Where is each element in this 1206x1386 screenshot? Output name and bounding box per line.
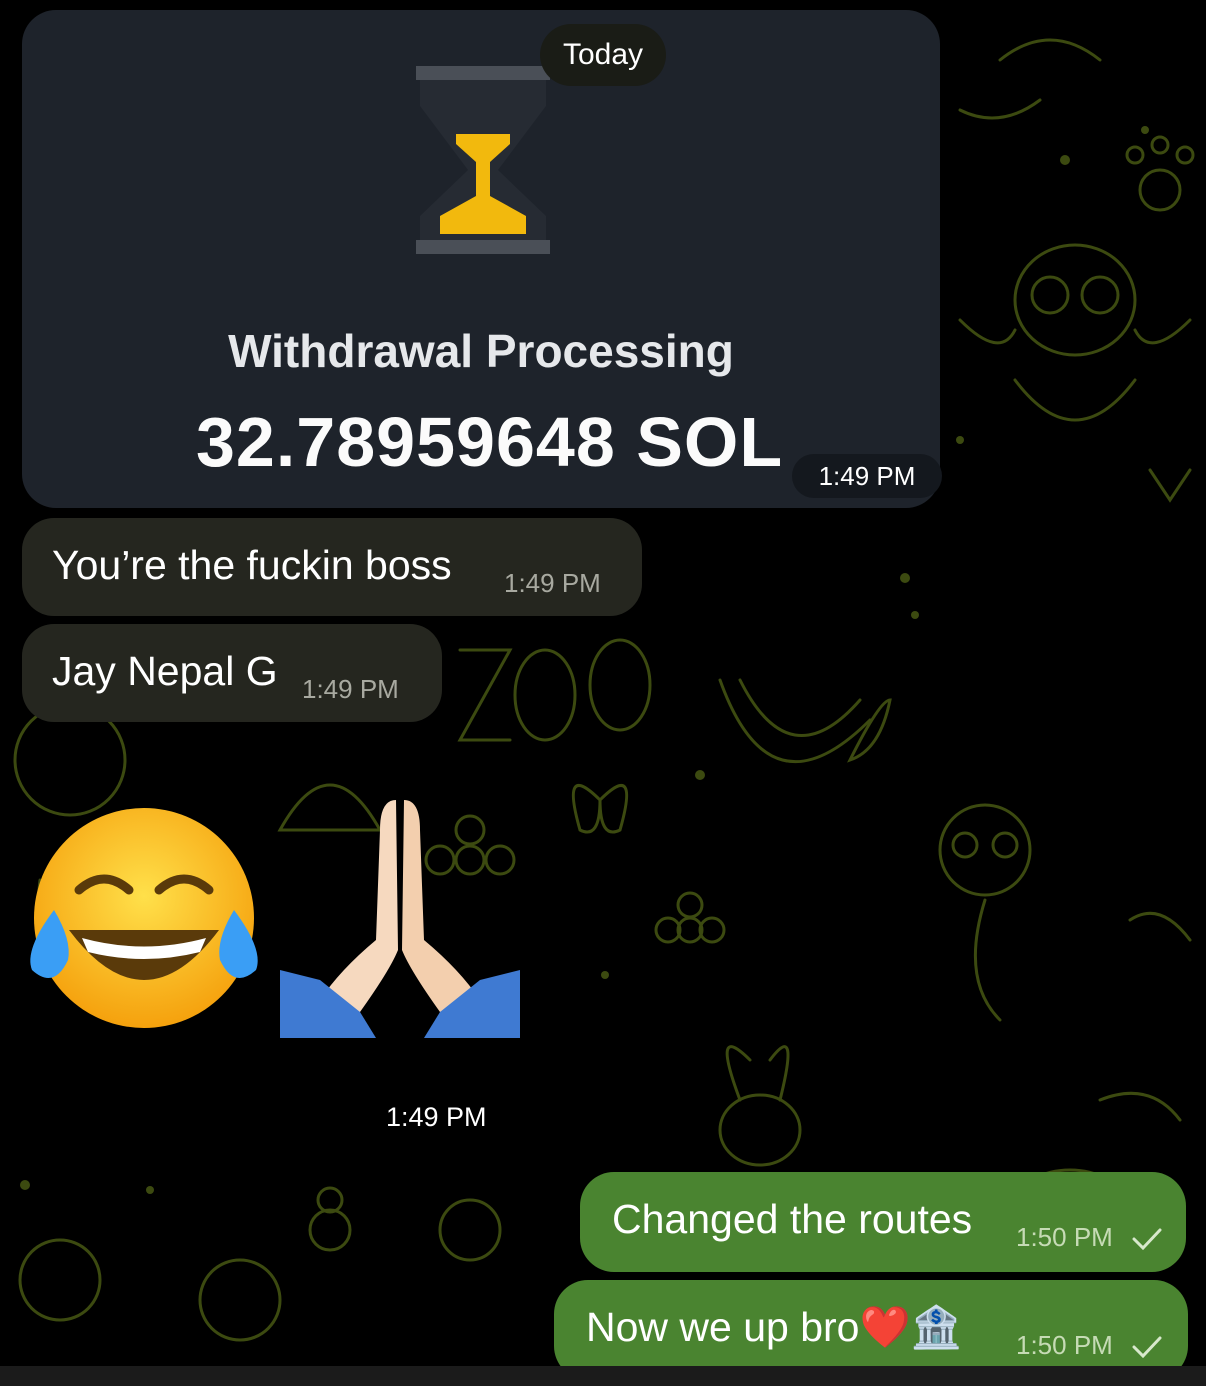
outgoing-message[interactable]: Changed the routes 1:50 PM bbox=[580, 1172, 1186, 1272]
sent-check-icon bbox=[1132, 1336, 1162, 1358]
withdrawal-title: Withdrawal Processing bbox=[228, 325, 734, 377]
message-time: 1:49 PM bbox=[386, 1102, 487, 1132]
hourglass-icon bbox=[416, 66, 550, 254]
message-time: 1:49 PM bbox=[504, 568, 601, 598]
message-text: Now we up bro❤️🏦 bbox=[586, 1304, 962, 1350]
message-time: 1:49 PM bbox=[792, 454, 942, 498]
incoming-message[interactable]: Jay Nepal G 1:49 PM bbox=[22, 624, 442, 722]
message-text: Jay Nepal G bbox=[52, 648, 278, 694]
message-text: You’re the fuckin boss bbox=[52, 542, 452, 588]
message-time: 1:50 PM bbox=[1016, 1330, 1113, 1360]
message-time: 1:50 PM bbox=[1016, 1222, 1113, 1252]
emoji-sticker[interactable] bbox=[24, 790, 524, 1050]
bottom-bar bbox=[0, 1366, 1206, 1386]
sent-check-icon bbox=[1132, 1228, 1162, 1250]
folded-hands-emoji-icon bbox=[280, 800, 520, 1038]
date-separator: Today bbox=[540, 24, 666, 86]
incoming-message[interactable]: You’re the fuckin boss 1:49 PM bbox=[22, 518, 642, 616]
withdrawal-amount: 32.78959648 SOL bbox=[196, 403, 784, 481]
message-text: Changed the routes bbox=[612, 1196, 973, 1242]
message-time: 1:49 PM bbox=[302, 674, 399, 704]
outgoing-message[interactable]: Now we up bro❤️🏦 1:50 PM bbox=[554, 1280, 1188, 1380]
withdrawal-card[interactable]: Withdrawal Processing 32.78959648 SOL 1:… bbox=[22, 10, 942, 508]
